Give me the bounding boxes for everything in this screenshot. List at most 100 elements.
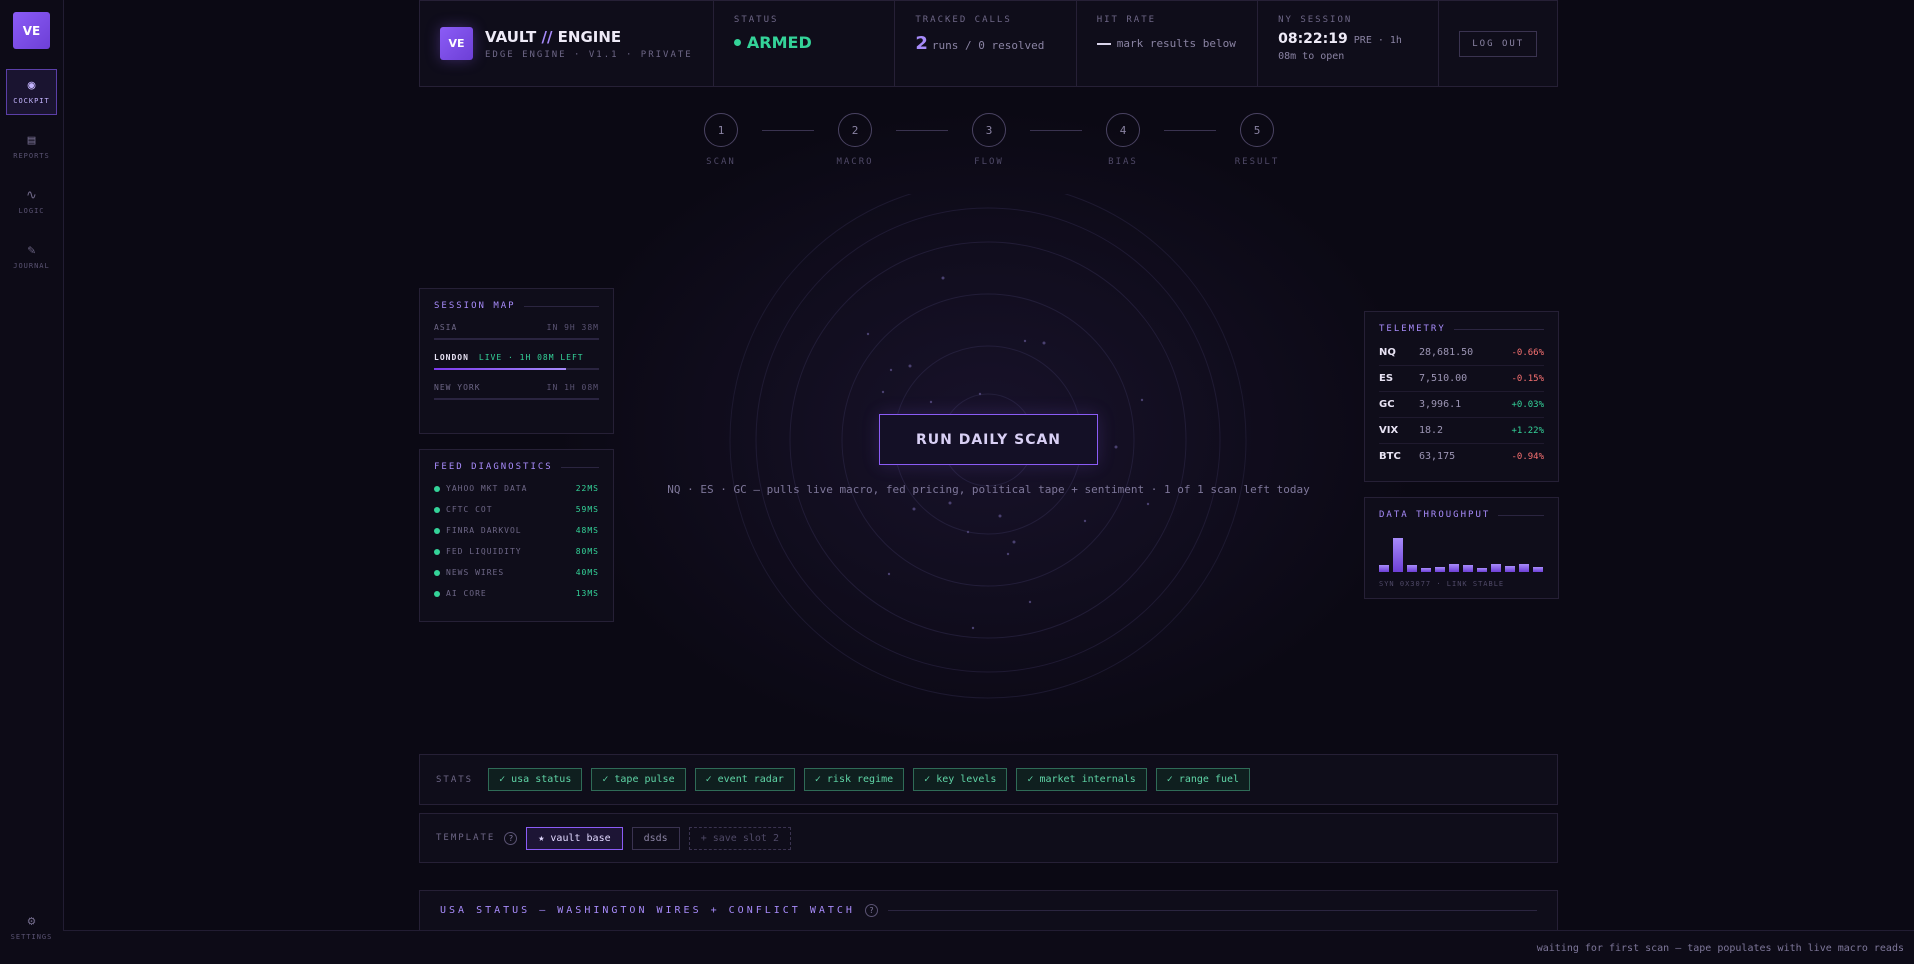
feed-row: AI CORE 13MS	[434, 583, 599, 604]
session-right: IN 9H 38M	[546, 323, 599, 332]
template-help-icon[interactable]: ?	[504, 831, 518, 845]
ticker-change: +1.22%	[1511, 425, 1544, 436]
feed-row: CFTC COT 59MS	[434, 499, 599, 520]
step-4: 4	[1106, 113, 1140, 147]
session-map-panel: SESSION MAP ASIA IN 9H 38M LONDON LIVE · …	[419, 288, 614, 434]
template-dsds[interactable]: dsds	[631, 826, 680, 850]
session-row-top: ASIA IN 9H 38M	[434, 323, 599, 332]
session-bar	[434, 338, 599, 340]
tracked-calls-count: 2	[915, 33, 928, 54]
feed-name: AI CORE	[446, 589, 487, 598]
session-bar	[434, 368, 599, 370]
logout-button[interactable]: LOG OUT	[1459, 30, 1538, 57]
step-4-label: BIAS	[1108, 157, 1138, 167]
throughput-bar	[1421, 567, 1431, 572]
step-connector	[1030, 130, 1082, 131]
step-1-label: SCAN	[706, 157, 736, 167]
feed-ok-icon	[434, 485, 440, 492]
step-5-label: RESULT	[1234, 157, 1280, 167]
throughput-bar	[1463, 564, 1473, 572]
template-vault-base[interactable]: ★ vault base	[526, 826, 623, 850]
session-map-title-text: SESSION MAP	[434, 301, 516, 311]
stat-chip-key-levels[interactable]: ✓ key levels	[913, 768, 1008, 791]
feed-ok-icon	[434, 548, 440, 555]
brand-title-b: ENGINE	[557, 27, 622, 46]
ticker-symbol: BTC	[1379, 451, 1401, 462]
status-dot-icon	[733, 39, 741, 46]
nav-settings[interactable]: ⚙ SETTINGS	[6, 905, 57, 951]
stat-chip-usa-status[interactable]: ✓ usa status	[488, 768, 583, 791]
feed-name: FINRA DARKVOL	[446, 526, 522, 535]
data-throughput-title: DATA THROUGHPUT	[1379, 510, 1544, 520]
nav-logic[interactable]: ∿ LOGIC	[6, 179, 57, 225]
ticker-price: 18.2	[1419, 425, 1444, 436]
telemetry-panel: TELEMETRY NQ 28,681.50 -0.66% ES 7,510.00 -0…	[1364, 311, 1559, 482]
feed-latency: 48MS	[575, 526, 599, 535]
ticker-symbol: NQ	[1379, 347, 1396, 358]
brand-badge: VE	[440, 27, 473, 60]
ticker-symbol: GC	[1379, 399, 1395, 410]
telemetry-row: NQ 28,681.50 -0.66%	[1379, 340, 1544, 366]
nav-reports[interactable]: ▤ REPORTS	[6, 124, 57, 170]
data-throughput-panel: DATA THROUGHPUT SYN 0X3077 · LINK STABLE	[1364, 497, 1559, 599]
throughput-bar	[1393, 538, 1403, 572]
stat-chip-range-fuel[interactable]: ✓ range fuel	[1155, 768, 1251, 791]
usa-help-icon[interactable]: ?	[864, 904, 878, 917]
session-name: LONDON	[434, 353, 469, 362]
telemetry-title-text: TELEMETRY	[1379, 324, 1446, 334]
brand-subtitle: EDGE ENGINE · V1.1 · PRIVATE	[485, 49, 693, 60]
telemetry-row: GC 3,996.1 +0.03%	[1379, 392, 1544, 418]
stat-chip-event-radar[interactable]: ✓ event radar	[694, 768, 795, 791]
stats-label: STATS	[436, 774, 474, 785]
step-2-label: MACRO	[836, 157, 874, 167]
feed-latency: 59MS	[575, 505, 599, 514]
stat-chip-risk-regime[interactable]: ✓ risk regime	[803, 768, 905, 791]
session-suffix: PRE · 1h	[1353, 35, 1402, 46]
session-row-asia: ASIA IN 9H 38M	[434, 323, 599, 340]
step-3: 3	[972, 113, 1006, 147]
throughput-bar	[1533, 567, 1543, 572]
hit-rate-detail: mark results below	[1116, 37, 1236, 50]
session-row-new-york: NEW YORK IN 1H 08M	[434, 383, 599, 400]
ticker-price: 7,510.00	[1419, 373, 1468, 384]
brand-title-a: VAULT	[485, 27, 537, 46]
tracked-calls-detail: runs / 0 resolved	[931, 39, 1045, 52]
nav-journal[interactable]: ✎ JOURNAL	[6, 234, 57, 280]
stat-chip-tape-pulse[interactable]: ✓ tape pulse	[591, 768, 686, 791]
template-save-slot[interactable]: + save slot 2	[688, 826, 791, 850]
session-name: ASIA	[434, 323, 458, 332]
throughput-bar	[1435, 566, 1445, 572]
brand: VE VAULT // ENGINE EDGE ENGINE · V1.1 · …	[420, 1, 714, 86]
throughput-bar	[1477, 567, 1487, 572]
wave-icon: ∿	[26, 188, 37, 203]
stat-chip-market-internals[interactable]: ✓ market internals	[1016, 768, 1147, 791]
ticker-price: 3,996.1	[1419, 399, 1462, 410]
step-connector	[896, 130, 948, 131]
ticker-symbol: VIX	[1379, 425, 1399, 436]
run-caption: NQ · ES · GC — pulls live macro, fed pri…	[667, 483, 1310, 496]
feed-latency: 13MS	[575, 589, 599, 598]
app-logo[interactable]: VE	[13, 12, 50, 49]
hit-rate-label: HIT RATE	[1096, 15, 1157, 25]
throughput-bar	[1519, 563, 1529, 572]
nav-label: LOGIC	[18, 207, 45, 215]
hit-rate-value: mark results below	[1096, 37, 1237, 50]
nav-cockpit[interactable]: ◉ COCKPIT	[6, 69, 57, 115]
session-row-top: LONDON LIVE · 1H 08M LEFT	[434, 353, 599, 362]
status-cell: STATUS ARMED	[714, 1, 896, 86]
reports-icon: ▤	[27, 133, 36, 148]
left-rail: VE ◉ COCKPIT ▤ REPORTS ∿ LOGIC ✎ JOURNAL…	[0, 0, 64, 964]
status-footer: waiting for first scan — tape populates …	[63, 930, 1914, 964]
telemetry-row: VIX 18.2 +1.22%	[1379, 418, 1544, 444]
status-value: ARMED	[733, 33, 874, 52]
brand-title: VAULT // ENGINE	[485, 28, 693, 46]
ticker-change: -0.15%	[1511, 373, 1544, 384]
logout-cell: LOG OUT	[1439, 1, 1557, 86]
step-5: 5	[1240, 113, 1274, 147]
feed-latency: 40MS	[575, 568, 599, 577]
usa-status-title: USA STATUS — WASHINGTON WIRES + CONFLICT…	[440, 905, 855, 916]
step-2: 2	[838, 113, 872, 147]
run-daily-scan-button[interactable]: RUN DAILY SCAN	[879, 414, 1098, 465]
ticker-change: -0.94%	[1511, 451, 1544, 462]
throughput-bar	[1379, 564, 1389, 572]
